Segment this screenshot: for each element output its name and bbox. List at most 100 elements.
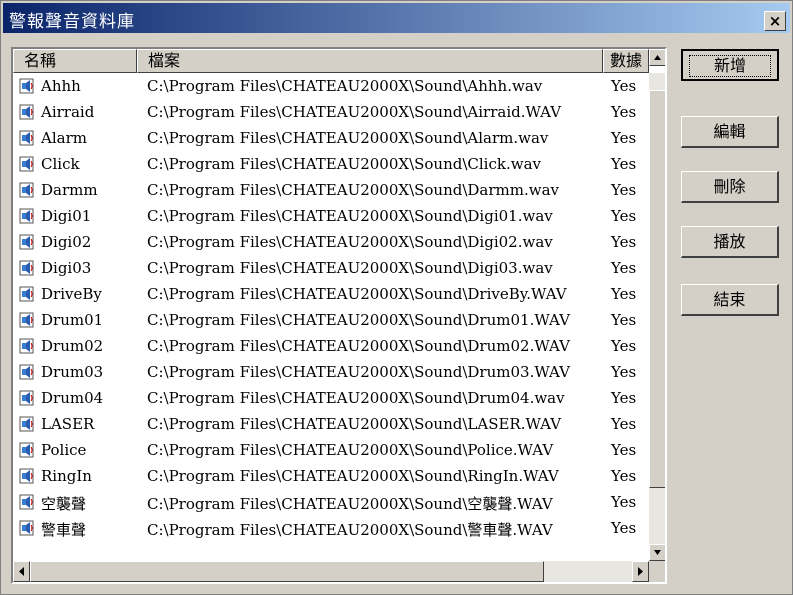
sound-flag: Yes [611,207,637,225]
list-row[interactable]: Digi01 C:\Program Files\CHATEAU2000X\Soun… [13,203,649,229]
sound-flag: Yes [611,129,637,147]
list-row[interactable]: Digi03 C:\Program Files\CHATEAU2000X\Soun… [13,255,649,281]
column-header-flag[interactable]: 數據 [603,49,649,73]
sound-flag: Yes [611,337,637,355]
sound-flag: Yes [611,441,637,459]
sound-file-icon [19,156,35,172]
sound-file-path: C:\Program Files\CHATEAU2000X\Sound\警車聲.… [147,521,553,539]
sound-name: RingIn [41,467,92,485]
sound-flag: Yes [611,493,637,511]
sound-file-icon [19,468,35,484]
sound-file-path: C:\Program Files\CHATEAU2000X\Sound\Drum… [147,389,565,407]
sound-file-icon [19,364,35,380]
dialog-window: 警報聲音資料庫 × 名稱 檔案 數據 Ahhh C:\Program Files\… [0,0,793,595]
horizontal-scroll-thumb[interactable] [30,561,544,582]
sound-name: 空襲聲 [41,495,87,513]
close-button[interactable]: 結束 [681,284,779,316]
arrow-down-icon [654,550,661,555]
arrow-right-icon [638,567,643,576]
sound-file-path: C:\Program Files\CHATEAU2000X\Sound\Clic… [147,155,541,173]
vertical-scroll-thumb[interactable] [649,90,665,488]
sound-file-icon [19,494,35,510]
sound-file-icon [19,442,35,458]
sound-file-icon [19,104,35,120]
list-row[interactable]: Police C:\Program Files\CHATEAU2000X\Soun… [13,437,649,463]
sound-list[interactable]: 名稱 檔案 數據 Ahhh C:\Program Files\CHATEAU200… [11,47,667,584]
sound-file-icon [19,78,35,94]
sound-file-icon [19,520,35,536]
list-row[interactable]: Airraid C:\Program Files\CHATEAU2000X\Sou… [13,99,649,125]
list-row[interactable]: LASER C:\Program Files\CHATEAU2000X\Sound… [13,411,649,437]
sound-file-icon [19,338,35,354]
list-row[interactable]: Click C:\Program Files\CHATEAU2000X\Sound… [13,151,649,177]
scrollbar-corner [649,561,665,582]
sound-file-icon [19,208,35,224]
sound-flag: Yes [611,285,637,303]
sound-file-path: C:\Program Files\CHATEAU2000X\Sound\Ahhh… [147,77,543,95]
column-header-name[interactable]: 名稱 [13,49,137,73]
scroll-down-button[interactable] [649,544,665,561]
edit-button[interactable]: 編輯 [681,116,779,148]
list-row[interactable]: Drum01 C:\Program Files\CHATEAU2000X\Soun… [13,307,649,333]
sound-name: Airraid [41,103,95,121]
sound-flag: Yes [611,415,637,433]
sound-file-path: C:\Program Files\CHATEAU2000X\Sound\Airr… [147,103,562,121]
sound-flag: Yes [611,259,637,277]
sound-file-path: C:\Program Files\CHATEAU2000X\Sound\Drum… [147,337,570,355]
sound-name: 警車聲 [41,521,87,539]
list-row[interactable]: 空襲聲 C:\Program Files\CHATEAU2000X\Sound\空… [13,489,649,515]
sound-name: Digi02 [41,233,92,251]
sound-file-icon [19,286,35,302]
sound-flag: Yes [611,155,637,173]
list-row[interactable]: Darmm C:\Program Files\CHATEAU2000X\Sound… [13,177,649,203]
sound-file-icon [19,234,35,250]
column-header-file[interactable]: 檔案 [137,49,603,73]
list-row[interactable]: 警車聲 C:\Program Files\CHATEAU2000X\Sound\警… [13,515,649,541]
add-button[interactable]: 新增 [681,49,779,81]
sound-flag: Yes [611,467,637,485]
sound-name: Digi03 [41,259,92,277]
sound-file-icon [19,182,35,198]
list-row[interactable]: Ahhh C:\Program Files\CHATEAU2000X\Sound\… [13,73,649,99]
sound-file-path: C:\Program Files\CHATEAU2000X\Sound\Alar… [147,129,549,147]
list-row[interactable]: Drum04 C:\Program Files\CHATEAU2000X\Soun… [13,385,649,411]
sound-file-path: C:\Program Files\CHATEAU2000X\Sound\Digi… [147,233,553,251]
sound-file-path: C:\Program Files\CHATEAU2000X\Sound\Poli… [147,441,554,459]
close-window-button[interactable]: × [764,11,786,31]
sound-flag: Yes [611,519,637,537]
list-row[interactable]: Alarm C:\Program Files\CHATEAU2000X\Sound… [13,125,649,151]
sound-file-icon [19,390,35,406]
sound-file-path: C:\Program Files\CHATEAU2000X\Sound\Digi… [147,259,553,277]
sound-file-icon [19,130,35,146]
scroll-right-button[interactable] [632,561,649,582]
sound-flag: Yes [611,389,637,407]
list-row[interactable]: Digi02 C:\Program Files\CHATEAU2000X\Soun… [13,229,649,255]
list-row[interactable]: Drum02 C:\Program Files\CHATEAU2000X\Soun… [13,333,649,359]
list-row[interactable]: Drum03 C:\Program Files\CHATEAU2000X\Soun… [13,359,649,385]
scroll-left-button[interactable] [13,561,30,582]
play-button[interactable]: 播放 [681,226,779,258]
sound-name: Drum01 [41,311,104,329]
sound-flag: Yes [611,103,637,121]
horizontal-scrollbar[interactable] [13,561,649,582]
title-bar[interactable]: 警報聲音資料庫 × [3,3,790,33]
sound-file-path: C:\Program Files\CHATEAU2000X\Sound\Darm… [147,181,560,199]
scroll-up-button[interactable] [649,49,665,66]
list-row[interactable]: RingIn C:\Program Files\CHATEAU2000X\Soun… [13,463,649,489]
sound-flag: Yes [611,233,637,251]
sound-flag: Yes [611,181,637,199]
sound-name: DriveBy [41,285,102,303]
arrow-up-icon [654,55,661,60]
list-row[interactable]: DriveBy C:\Program Files\CHATEAU2000X\Sou… [13,281,649,307]
sound-flag: Yes [611,363,637,381]
sound-name: Digi01 [41,207,92,225]
sound-file-icon [19,416,35,432]
sound-file-path: C:\Program Files\CHATEAU2000X\Sound\LASE… [147,415,562,433]
delete-button[interactable]: 刪除 [681,171,779,203]
sound-flag: Yes [611,311,637,329]
vertical-scrollbar[interactable] [649,49,665,561]
sound-file-icon [19,312,35,328]
sound-file-path: C:\Program Files\CHATEAU2000X\Sound\Drum… [147,311,570,329]
list-header: 名稱 檔案 數據 [13,49,653,73]
window-title: 警報聲音資料庫 [9,12,135,32]
